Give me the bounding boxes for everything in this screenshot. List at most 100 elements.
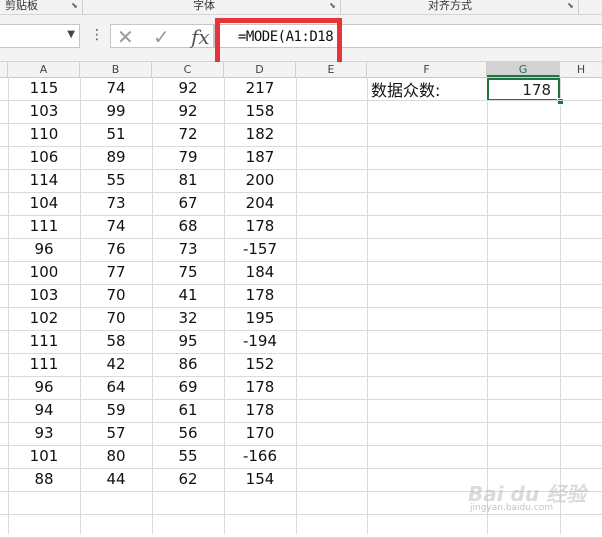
- table-cell[interactable]: 88: [8, 468, 80, 491]
- gridline: [0, 514, 602, 515]
- table-cell[interactable]: 51: [80, 123, 152, 146]
- table-cell[interactable]: 94: [8, 399, 80, 422]
- table-cell[interactable]: 200: [224, 169, 296, 192]
- active-cell-g1[interactable]: 178: [487, 78, 560, 101]
- table-cell[interactable]: 99: [80, 100, 152, 123]
- column-header-a[interactable]: A: [8, 62, 80, 77]
- table-cell[interactable]: 59: [80, 399, 152, 422]
- table-cell[interactable]: 101: [8, 445, 80, 468]
- alignment-launcher-icon[interactable]: ⬊: [566, 1, 575, 10]
- result-label-cell[interactable]: 数据众数:: [371, 79, 440, 102]
- sheet-grid[interactable]: 数据众数: 178 115 74 92 217 103 99 92 158 110 51 72 182…: [0, 77, 602, 538]
- font-launcher-icon[interactable]: ⬊: [328, 1, 337, 10]
- formula-actions: ✕ ✓ fx: [110, 24, 214, 49]
- table-cell[interactable]: -166: [224, 445, 296, 468]
- check-icon[interactable]: ✓: [153, 25, 170, 49]
- table-cell[interactable]: 61: [152, 399, 224, 422]
- table-cell[interactable]: 106: [8, 146, 80, 169]
- table-cell[interactable]: 76: [80, 238, 152, 261]
- table-cell[interactable]: 204: [224, 192, 296, 215]
- table-cell[interactable]: 74: [80, 215, 152, 238]
- table-cell[interactable]: 115: [8, 77, 80, 100]
- ribbon-group-labels: 剪贴板 ⬊ 字体 ⬊ 对齐方式 ⬊: [0, 0, 602, 15]
- table-cell[interactable]: 55: [80, 169, 152, 192]
- table-cell[interactable]: 44: [80, 468, 152, 491]
- table-cell[interactable]: 64: [80, 376, 152, 399]
- table-cell[interactable]: 217: [224, 77, 296, 100]
- table-cell[interactable]: 42: [80, 353, 152, 376]
- cancel-icon[interactable]: ✕: [117, 25, 134, 49]
- table-cell[interactable]: 74: [80, 77, 152, 100]
- table-cell[interactable]: 187: [224, 146, 296, 169]
- column-header-g[interactable]: G: [487, 62, 560, 77]
- table-cell[interactable]: 86: [152, 353, 224, 376]
- table-cell[interactable]: 103: [8, 284, 80, 307]
- table-cell[interactable]: 178: [224, 215, 296, 238]
- table-cell[interactable]: 72: [152, 123, 224, 146]
- table-cell[interactable]: 178: [224, 399, 296, 422]
- table-cell[interactable]: 73: [152, 238, 224, 261]
- table-cell[interactable]: 32: [152, 307, 224, 330]
- column-header-h[interactable]: H: [560, 62, 602, 77]
- table-cell[interactable]: 111: [8, 215, 80, 238]
- insert-function-icon[interactable]: fx: [191, 25, 210, 49]
- select-all-corner[interactable]: [0, 62, 8, 77]
- table-cell[interactable]: 68: [152, 215, 224, 238]
- table-cell[interactable]: 110: [8, 123, 80, 146]
- column-header-e[interactable]: E: [296, 62, 367, 77]
- table-cell[interactable]: 80: [80, 445, 152, 468]
- table-cell[interactable]: 103: [8, 100, 80, 123]
- chevron-down-icon[interactable]: ▼: [67, 29, 75, 40]
- table-cell[interactable]: 67: [152, 192, 224, 215]
- table-cell[interactable]: 195: [224, 307, 296, 330]
- table-cell[interactable]: 81: [152, 169, 224, 192]
- table-cell[interactable]: 154: [224, 468, 296, 491]
- table-cell[interactable]: 184: [224, 261, 296, 284]
- table-cell[interactable]: 104: [8, 192, 80, 215]
- alignment-group-label: 对齐方式: [428, 0, 472, 12]
- table-cell[interactable]: 58: [80, 330, 152, 353]
- table-cell[interactable]: 77: [80, 261, 152, 284]
- table-cell[interactable]: 75: [152, 261, 224, 284]
- table-cell[interactable]: -194: [224, 330, 296, 353]
- table-cell[interactable]: 178: [224, 376, 296, 399]
- table-cell[interactable]: 182: [224, 123, 296, 146]
- table-cell[interactable]: 62: [152, 468, 224, 491]
- result-value: 178: [522, 81, 551, 99]
- clipboard-group-label: 剪贴板: [5, 0, 38, 12]
- table-cell[interactable]: 178: [224, 284, 296, 307]
- table-cell[interactable]: 56: [152, 422, 224, 445]
- table-cell[interactable]: 96: [8, 238, 80, 261]
- table-cell[interactable]: 69: [152, 376, 224, 399]
- table-cell[interactable]: 55: [152, 445, 224, 468]
- table-cell[interactable]: 93: [8, 422, 80, 445]
- table-cell[interactable]: 114: [8, 169, 80, 192]
- table-cell[interactable]: 170: [224, 422, 296, 445]
- table-cell[interactable]: 57: [80, 422, 152, 445]
- table-cell[interactable]: 152: [224, 353, 296, 376]
- table-cell[interactable]: -157: [224, 238, 296, 261]
- column-header-c[interactable]: C: [152, 62, 224, 77]
- table-cell[interactable]: 111: [8, 330, 80, 353]
- more-options-icon[interactable]: ⋮: [90, 27, 104, 43]
- table-cell[interactable]: 100: [8, 261, 80, 284]
- table-cell[interactable]: 70: [80, 284, 152, 307]
- clipboard-launcher-icon[interactable]: ⬊: [70, 1, 79, 10]
- table-cell[interactable]: 92: [152, 100, 224, 123]
- ribbon-divider: [82, 0, 83, 14]
- table-cell[interactable]: 70: [80, 307, 152, 330]
- column-header-d[interactable]: D: [224, 62, 296, 77]
- table-cell[interactable]: 95: [152, 330, 224, 353]
- table-cell[interactable]: 111: [8, 353, 80, 376]
- name-box[interactable]: ▼: [0, 24, 80, 48]
- table-cell[interactable]: 73: [80, 192, 152, 215]
- table-cell[interactable]: 92: [152, 77, 224, 100]
- column-header-b[interactable]: B: [80, 62, 152, 77]
- table-cell[interactable]: 41: [152, 284, 224, 307]
- column-header-f[interactable]: F: [367, 62, 487, 77]
- table-cell[interactable]: 102: [8, 307, 80, 330]
- table-cell[interactable]: 79: [152, 146, 224, 169]
- table-cell[interactable]: 89: [80, 146, 152, 169]
- table-cell[interactable]: 96: [8, 376, 80, 399]
- table-cell[interactable]: 158: [224, 100, 296, 123]
